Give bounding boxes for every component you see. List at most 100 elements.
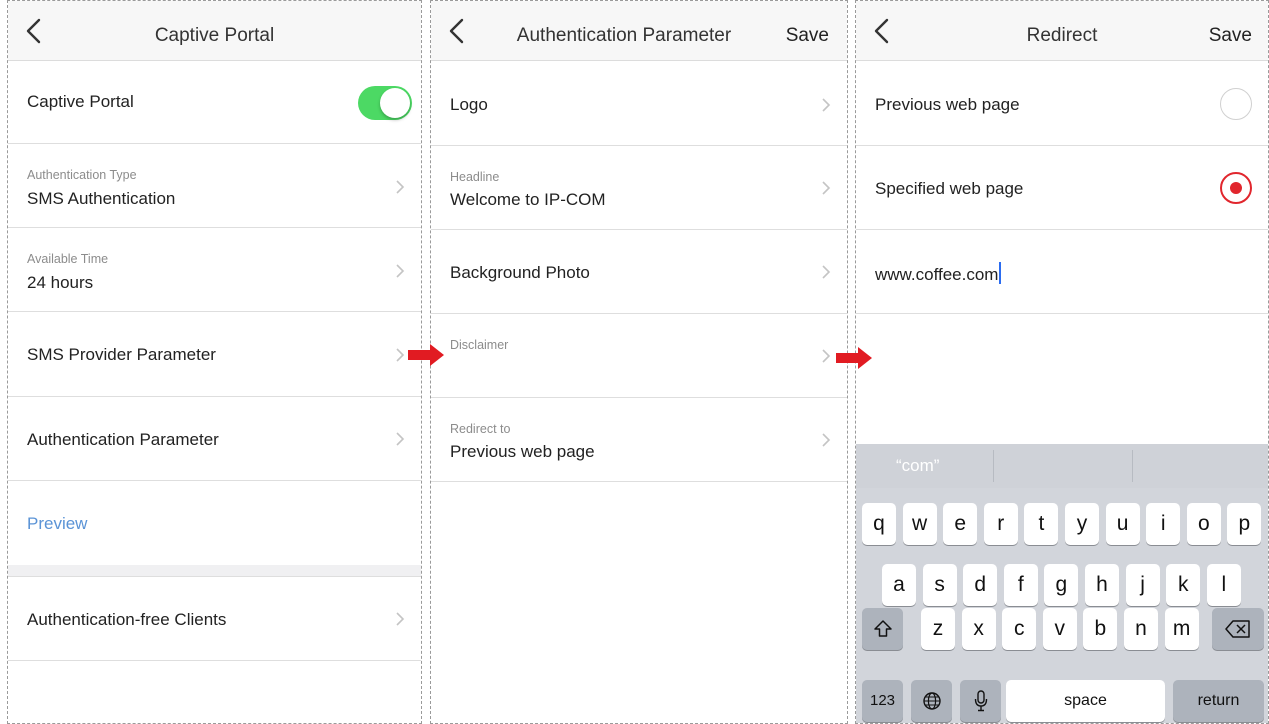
key-x[interactable]: x [961, 608, 996, 650]
url-input-value: www.coffee.com [875, 265, 999, 284]
flow-arrow-icon [408, 344, 444, 366]
nav-bar: Captive Portal [8, 1, 421, 61]
previous-web-page-label: Previous web page [875, 95, 1020, 114]
key-r[interactable]: r [983, 503, 1018, 545]
toggle-knob [380, 88, 410, 118]
key-b[interactable]: b [1083, 608, 1118, 650]
page-title: Redirect [1026, 25, 1098, 46]
key-s[interactable]: s [922, 564, 957, 606]
backspace-key[interactable] [1212, 608, 1264, 650]
prediction-divider [1132, 450, 1133, 482]
authentication-free-clients-row[interactable]: Authentication-free Clients [8, 577, 421, 661]
specified-web-page-label: Specified web page [875, 179, 1024, 198]
key-y[interactable]: y [1065, 503, 1099, 545]
previous-web-page-radio[interactable] [1220, 88, 1252, 120]
background-photo-row[interactable]: Background Photo [431, 230, 847, 314]
available-time-row[interactable]: Available Time 24 hours [8, 228, 421, 312]
disclaimer-label: Disclaimer [450, 338, 509, 352]
url-input-row[interactable]: www.coffee.com [856, 230, 1268, 314]
prediction-suggestion[interactable]: “com” [896, 444, 939, 488]
key-w[interactable]: w [902, 503, 937, 545]
key-f[interactable]: f [1003, 564, 1038, 606]
key-d[interactable]: d [963, 564, 998, 606]
backspace-icon [1225, 620, 1250, 638]
key-v[interactable]: v [1042, 608, 1077, 650]
redirect-to-value: Previous web page [450, 442, 595, 461]
available-time-value: 24 hours [27, 273, 94, 292]
key-e[interactable]: e [943, 503, 978, 545]
background-photo-label: Background Photo [450, 263, 590, 282]
headline-value: Welcome to IP-COM [450, 190, 606, 209]
key-z[interactable]: z [921, 608, 955, 650]
dictation-key[interactable] [960, 680, 1001, 722]
chevron-right-icon [396, 432, 405, 446]
key-c[interactable]: c [1002, 608, 1037, 650]
chevron-right-icon [396, 348, 405, 362]
nav-bar: Authentication Parameter Save [431, 1, 847, 61]
chevron-right-icon [396, 180, 405, 194]
chevron-right-icon [396, 612, 405, 626]
key-u[interactable]: u [1105, 503, 1140, 545]
text-cursor [999, 262, 1002, 284]
authentication-parameter-label: Authentication Parameter [27, 430, 219, 449]
sms-provider-parameter-row[interactable]: SMS Provider Parameter [8, 312, 421, 397]
key-g[interactable]: g [1044, 564, 1079, 606]
key-q[interactable]: q [862, 503, 896, 545]
key-h[interactable]: h [1085, 564, 1119, 606]
chevron-right-icon [822, 349, 831, 363]
chevron-right-icon [822, 265, 831, 279]
section-divider [8, 565, 421, 577]
captive-portal-toggle[interactable] [358, 86, 412, 120]
prediction-bar: “com” [856, 444, 1268, 488]
on-screen-keyboard: “com” qwertyuiop asdfghjkl zxcvbnm 123 s… [856, 444, 1268, 723]
key-o[interactable]: o [1186, 503, 1221, 545]
save-button[interactable]: Save [786, 25, 829, 47]
return-key[interactable]: return [1173, 680, 1264, 722]
globe-key[interactable] [911, 680, 952, 722]
captive-portal-label: Captive Portal [27, 92, 134, 111]
numbers-key[interactable]: 123 [862, 680, 903, 722]
nav-bar: Redirect Save [856, 1, 1268, 61]
chevron-right-icon [822, 98, 831, 112]
authentication-type-row[interactable]: Authentication Type SMS Authentication [8, 144, 421, 228]
globe-icon [922, 692, 941, 710]
key-l[interactable]: l [1206, 564, 1241, 606]
key-p[interactable]: p [1227, 503, 1262, 545]
preview-link[interactable]: Preview [27, 514, 87, 534]
key-t[interactable]: t [1024, 503, 1059, 545]
specified-web-page-option[interactable]: Specified web page [856, 146, 1268, 230]
logo-row[interactable]: Logo [431, 62, 847, 146]
shift-key[interactable] [862, 608, 903, 650]
space-key[interactable]: space [1006, 680, 1165, 722]
prediction-divider [993, 450, 994, 482]
authentication-free-clients-label: Authentication-free Clients [27, 610, 227, 629]
url-input[interactable]: www.coffee.com [875, 262, 1002, 285]
key-j[interactable]: j [1125, 564, 1160, 606]
key-k[interactable]: k [1166, 564, 1201, 606]
available-time-label: Available Time [27, 252, 109, 266]
previous-web-page-option[interactable]: Previous web page [856, 62, 1268, 146]
authentication-parameter-screen: Authentication Parameter Save Logo Headl… [430, 0, 848, 724]
captive-portal-screen: Captive Portal Captive Portal Authentica… [7, 0, 422, 724]
headline-row[interactable]: Headline Welcome to IP-COM [431, 146, 847, 230]
specified-web-page-radio[interactable] [1220, 172, 1252, 204]
page-title: Authentication Parameter [516, 25, 732, 46]
disclaimer-row[interactable]: Disclaimer [431, 314, 847, 398]
authentication-parameter-row[interactable]: Authentication Parameter [8, 397, 421, 481]
authentication-type-value: SMS Authentication [27, 189, 176, 208]
key-a[interactable]: a [882, 564, 916, 606]
headline-label: Headline [450, 170, 500, 184]
key-i[interactable]: i [1146, 503, 1181, 545]
microphone-icon [974, 690, 987, 712]
key-m[interactable]: m [1164, 608, 1199, 650]
sms-provider-parameter-label: SMS Provider Parameter [27, 345, 216, 364]
key-n[interactable]: n [1124, 608, 1158, 650]
redirect-screen: Redirect Save Previous web page Specifie… [855, 0, 1269, 724]
page-title: Captive Portal [154, 25, 275, 46]
save-button[interactable]: Save [1209, 25, 1252, 47]
chevron-right-icon [822, 433, 831, 447]
preview-row[interactable]: Preview [8, 481, 421, 565]
redirect-to-row[interactable]: Redirect to Previous web page [431, 398, 847, 482]
shift-icon [873, 620, 892, 637]
logo-label: Logo [450, 95, 488, 114]
